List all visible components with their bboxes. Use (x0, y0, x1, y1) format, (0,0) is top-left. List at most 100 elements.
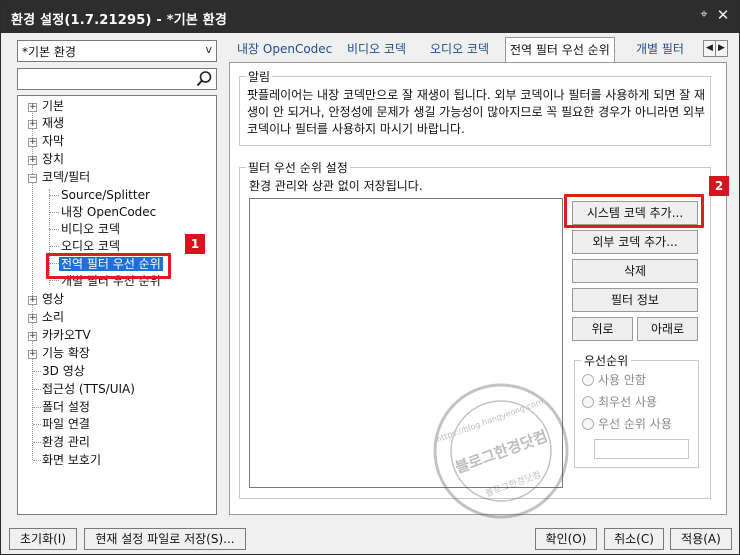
tab-label: 전역 필터 우선 순위 (510, 43, 610, 57)
tree-item-playback[interactable]: 재생 (42, 115, 64, 132)
callout-box-2 (564, 194, 704, 228)
tree-connector (49, 280, 59, 281)
tree-connector (49, 212, 59, 213)
tree-item-label: 내장 OpenCodec (61, 205, 157, 219)
tree-item-label: 폴더 설정 (42, 400, 90, 414)
radio-icon (582, 374, 594, 386)
notice-legend: 알림 (248, 70, 271, 84)
tree-item-sound[interactable]: 소리 (42, 309, 64, 326)
tab-label: 내장 OpenCodec (237, 42, 333, 56)
move-down-button[interactable]: 아래로 (637, 317, 698, 341)
tree-item-label: Source/Splitter (61, 188, 150, 202)
tree-item-accessibility[interactable]: 접근성 (TTS/UIA) (42, 381, 135, 398)
expand-icon[interactable]: + (28, 314, 37, 323)
close-icon[interactable]: ✕ (715, 7, 731, 23)
tree-item-device[interactable]: 장치 (42, 151, 64, 168)
callout-box-1 (46, 253, 171, 279)
radio-label: 사용 안함 (598, 373, 646, 387)
priority-option-highest[interactable]: 최우선 사용 (582, 394, 657, 410)
collapse-icon[interactable]: − (28, 174, 37, 183)
add-external-codec-button[interactable]: 외부 코덱 추가... (572, 230, 698, 254)
tab-audio-codec[interactable]: 오디오 코덱 (426, 39, 493, 61)
tree-connector (33, 460, 41, 461)
reset-button[interactable]: 초기화(I) (9, 528, 77, 550)
settings-tree[interactable]: + 기본 + 재생 + 자막 + 장치 − 코덱/필터 Source/Split… (17, 95, 217, 515)
tree-item-codec-filter[interactable]: 코덱/필터 (42, 169, 90, 186)
tab-opencodec[interactable]: 내장 OpenCodec (233, 39, 336, 61)
tree-item-label: 기능 확장 (42, 346, 90, 360)
tree-item-source-splitter[interactable]: Source/Splitter (61, 187, 150, 204)
title-bar: 환경 설정(1.7.21295) - *기본 환경 ⌖ ✕ (1, 1, 739, 33)
apply-button[interactable]: 적용(A) (670, 528, 732, 550)
tab-strip: 내장 OpenCodec 비디오 코덱 오디오 코덱 전역 필터 우선 순위 개… (229, 37, 729, 63)
tree-item-label: 오디오 코덱 (61, 239, 121, 253)
save-to-file-button[interactable]: 현재 설정 파일로 저장(S)... (84, 528, 246, 550)
tree-item-video-codec[interactable]: 비디오 코덱 (61, 221, 120, 238)
ok-button[interactable]: 확인(O) (535, 528, 597, 550)
tree-connector (33, 371, 41, 372)
tree-item-extension[interactable]: 기능 확장 (42, 345, 90, 362)
expand-icon[interactable]: + (28, 120, 37, 129)
tree-item-screensaver[interactable]: 화면 보호기 (42, 452, 101, 469)
tab-scroll-right-icon[interactable]: ▶ (715, 40, 728, 57)
filter-priority-description: 환경 관리와 상관 없이 저장됩니다. (249, 179, 423, 193)
radio-icon (582, 418, 594, 430)
tree-item-3d[interactable]: 3D 영상 (42, 363, 85, 380)
expand-icon[interactable]: + (28, 103, 37, 112)
tree-connector (33, 442, 41, 443)
priority-option-none[interactable]: 사용 안함 (582, 372, 646, 388)
tree-item-subtitle[interactable]: 자막 (42, 133, 64, 150)
search-input[interactable] (17, 68, 217, 90)
callout-badge-1: 1 (185, 234, 205, 254)
tree-item-label: 카카오TV (42, 328, 91, 342)
filter-priority-legend: 필터 우선 순위 설정 (248, 161, 348, 175)
priority-value-input[interactable] (594, 439, 689, 459)
tree-item-kakaotv[interactable]: 카카오TV (42, 327, 91, 344)
tree-item-label: 재생 (42, 116, 65, 130)
search-icon[interactable] (195, 70, 213, 88)
tab-individual-filter[interactable]: 개별 필터 (632, 39, 688, 61)
tree-item-basic[interactable]: 기본 (42, 98, 64, 115)
move-up-button[interactable]: 위로 (572, 317, 633, 341)
tree-connector (49, 229, 59, 230)
tree-item-label: 영상 (42, 292, 65, 306)
tree-item-video[interactable]: 영상 (42, 291, 64, 308)
radio-icon (582, 396, 594, 408)
tree-item-label: 3D 영상 (42, 364, 85, 378)
expand-icon[interactable]: + (28, 350, 37, 359)
tree-item-label: 접근성 (TTS/UIA) (42, 382, 135, 396)
tree-item-label: 자막 (42, 134, 65, 148)
tree-item-file-association[interactable]: 파일 연결 (42, 416, 90, 433)
tree-connector (49, 246, 59, 247)
cancel-button[interactable]: 취소(C) (604, 528, 664, 550)
tree-item-config-manage[interactable]: 환경 관리 (42, 434, 90, 451)
expand-icon[interactable]: + (28, 156, 37, 165)
callout-badge-2: 2 (709, 176, 729, 196)
pin-icon[interactable]: ⌖ (697, 8, 711, 22)
preset-dropdown[interactable]: *기본 환경 v (17, 40, 217, 62)
expand-icon[interactable]: + (28, 138, 37, 147)
filter-info-button[interactable]: 필터 정보 (572, 288, 698, 312)
chevron-down-icon: v (205, 43, 212, 56)
tab-global-filter-priority[interactable]: 전역 필터 우선 순위 (505, 37, 615, 63)
watermark-main-text: 블로그한경닷컴 (453, 427, 550, 477)
radio-label: 우선 순위 사용 (598, 417, 672, 431)
watermark-stamp: 블로그한경닷컴 https://blog.hangyeong.com 블로그한경… (433, 383, 569, 519)
tree-connector (33, 424, 41, 425)
priority-legend: 우선순위 (581, 352, 632, 369)
tree-item-label: 소리 (42, 310, 65, 324)
tree-item-label: 파일 연결 (42, 417, 90, 431)
tree-connector (33, 389, 41, 390)
delete-button[interactable]: 삭제 (572, 259, 698, 283)
priority-option-custom[interactable]: 우선 순위 사용 (582, 416, 672, 432)
tree-item-label: 코덱/필터 (42, 170, 91, 184)
tree-item-opencodec[interactable]: 내장 OpenCodec (61, 204, 156, 221)
expand-icon[interactable]: + (28, 332, 37, 341)
tree-item-folder[interactable]: 폴더 설정 (42, 399, 90, 416)
tree-item-label: 비디오 코덱 (61, 222, 121, 236)
expand-icon[interactable]: + (28, 296, 37, 305)
settings-window: 환경 설정(1.7.21295) - *기본 환경 ⌖ ✕ *기본 환경 v + (0, 0, 740, 555)
tree-connector (49, 195, 59, 196)
tab-video-codec[interactable]: 비디오 코덱 (343, 39, 410, 61)
tree-item-label: 화면 보호기 (42, 453, 102, 467)
